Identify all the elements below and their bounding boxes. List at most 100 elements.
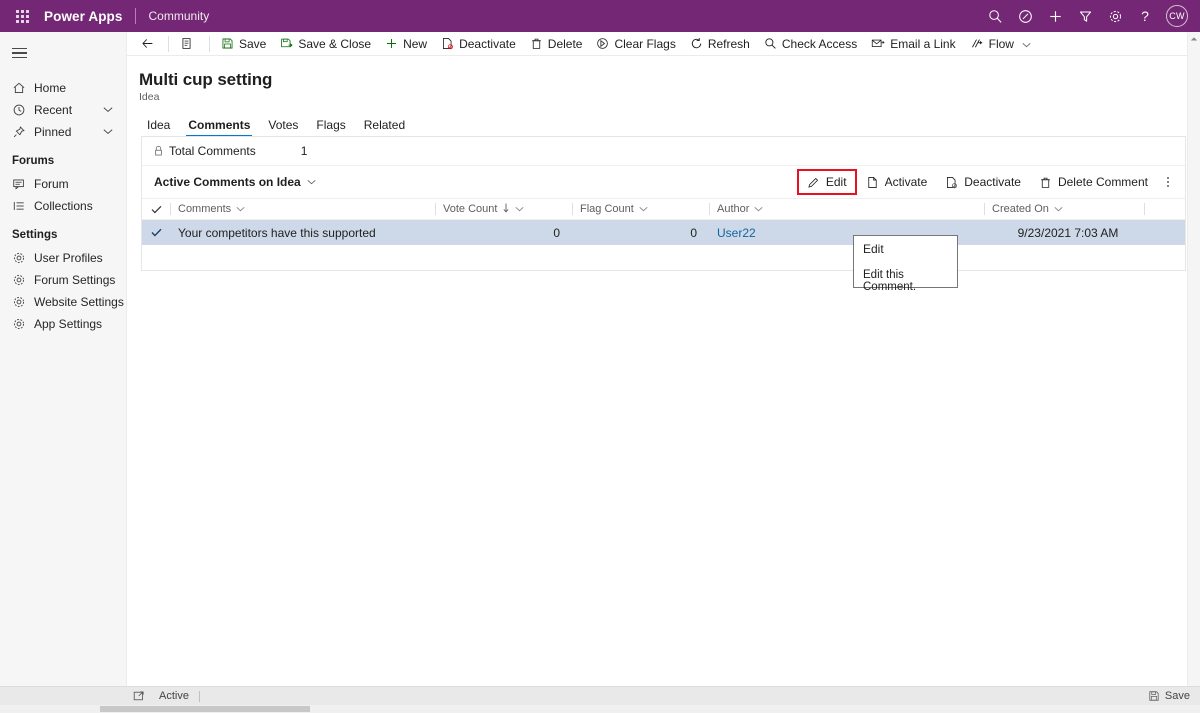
activate-button[interactable]: Activate	[857, 169, 937, 195]
action-label: Deactivate	[964, 175, 1021, 189]
chevron-down-icon[interactable]	[1022, 37, 1031, 51]
chevron-down-icon[interactable]	[1054, 205, 1063, 214]
sidebar-item-app-settings[interactable]: App Settings	[0, 313, 126, 335]
form-tabs: Idea Comments Votes Flags Related	[127, 113, 1200, 137]
save-button[interactable]: Save	[214, 32, 273, 56]
edit-pencil-icon	[807, 176, 820, 189]
command-label: Email a Link	[890, 36, 956, 51]
deactivate-button[interactable]: Deactivate	[434, 32, 523, 56]
waffle-icon[interactable]	[0, 0, 44, 32]
action-label: Activate	[884, 175, 928, 189]
status-bar-save[interactable]: Save	[1148, 690, 1200, 702]
deactivate-button[interactable]: Deactivate	[936, 169, 1030, 195]
column-header-comments[interactable]: Comments	[170, 199, 435, 219]
column-resize-handle[interactable]	[1144, 199, 1162, 219]
chevron-down-icon[interactable]	[103, 105, 113, 115]
app-name-label[interactable]: Community	[136, 9, 210, 23]
help-icon[interactable]: ?	[1130, 0, 1160, 32]
clear-flags-button[interactable]: Clear Flags	[589, 32, 682, 56]
save-icon	[221, 37, 234, 50]
expand-icon[interactable]	[133, 690, 145, 702]
flow-button[interactable]: Flow	[963, 32, 1038, 56]
settings-gear-icon[interactable]	[1100, 0, 1130, 32]
vertical-scrollbar[interactable]	[1187, 32, 1200, 701]
brand-label[interactable]: Power Apps	[44, 9, 135, 24]
cell-vote-count: 0	[553, 225, 560, 240]
column-header-created-on[interactable]: Created On	[984, 199, 1144, 219]
top-bar-actions: ? CW	[980, 0, 1200, 32]
sidebar-item-user-profiles[interactable]: User Profiles	[0, 247, 126, 269]
sidebar-item-label: Collections	[34, 199, 93, 213]
avatar[interactable]: CW	[1166, 5, 1188, 27]
chevron-down-icon[interactable]	[639, 205, 648, 214]
table-row[interactable]: Your competitors have this supported 0 0…	[142, 220, 1185, 245]
sidebar-item-website-settings[interactable]: Website Settings	[0, 291, 126, 313]
form-selector-button[interactable]	[173, 32, 205, 56]
refresh-button[interactable]: Refresh	[683, 32, 757, 56]
horizontal-scrollbar[interactable]	[0, 705, 1200, 713]
chevron-down-icon[interactable]	[754, 205, 763, 214]
sidebar-item-label: App Settings	[34, 317, 103, 331]
chevron-down-icon[interactable]	[515, 205, 524, 214]
total-comments-label: Total Comments	[169, 144, 256, 158]
sidebar-item-collections[interactable]: Collections	[0, 195, 126, 217]
filter-icon[interactable]	[1070, 0, 1100, 32]
plus-icon	[385, 37, 398, 50]
back-button[interactable]	[131, 32, 164, 56]
gear-icon	[12, 317, 32, 331]
column-header-author[interactable]: Author	[709, 199, 984, 219]
sidebar-item-label: Home	[34, 81, 67, 95]
column-header-vote-count[interactable]: Vote Count	[435, 199, 572, 219]
action-label: Edit	[825, 175, 847, 189]
select-all-checkbox[interactable]	[142, 199, 170, 219]
top-app-bar: Power Apps Community ? CW	[0, 0, 1200, 32]
total-comments-field: Total Comments 1	[142, 137, 1185, 166]
sidebar-item-pinned[interactable]: Pinned	[0, 121, 126, 143]
command-label: New	[403, 36, 428, 51]
sidebar-item-forum-settings[interactable]: Forum Settings	[0, 269, 126, 291]
row-end-spacer	[1144, 220, 1162, 245]
tab-flags[interactable]: Flags	[307, 118, 354, 137]
email-link-icon	[871, 37, 885, 50]
save-label: Save	[1164, 690, 1190, 702]
command-label: Deactivate	[459, 36, 516, 51]
email-a-link-button[interactable]: Email a Link	[864, 32, 962, 56]
assistant-icon[interactable]	[1010, 0, 1040, 32]
chevron-down-icon[interactable]	[103, 127, 113, 137]
tab-comments[interactable]: Comments	[179, 118, 259, 137]
new-button[interactable]: New	[378, 32, 434, 56]
column-header-flag-count[interactable]: Flag Count	[572, 199, 709, 219]
status-divider	[198, 690, 200, 702]
more-vertical-icon[interactable]	[1157, 169, 1179, 195]
command-label: Delete	[547, 36, 583, 51]
tab-votes[interactable]: Votes	[259, 118, 307, 137]
edit-button[interactable]: Edit	[796, 169, 857, 195]
sidebar: Home Recent Pinned Forums Forum Collecti…	[0, 32, 127, 701]
tab-related[interactable]: Related	[355, 118, 414, 137]
sidebar-item-recent[interactable]: Recent	[0, 99, 126, 121]
horizontal-scroll-thumb[interactable]	[100, 706, 310, 712]
row-checkbox[interactable]	[142, 220, 170, 245]
comments-card: Total Comments 1 Active Comments on Idea	[141, 136, 1186, 293]
flow-icon	[970, 37, 984, 50]
sidebar-item-forum[interactable]: Forum	[0, 173, 126, 195]
scroll-up-icon[interactable]	[1188, 32, 1200, 45]
trash-icon	[530, 37, 543, 50]
sidebar-item-label: Pinned	[34, 125, 72, 139]
chevron-down-icon[interactable]	[307, 177, 316, 187]
delete-comment-button[interactable]: Delete Comment	[1030, 169, 1157, 195]
sidebar-item-home[interactable]: Home	[0, 77, 126, 99]
column-label: Comments	[178, 203, 232, 215]
search-icon[interactable]	[980, 0, 1010, 32]
sitemap-toggle-icon[interactable]	[0, 38, 126, 68]
check-access-button[interactable]: Check Access	[757, 32, 864, 56]
view-selector[interactable]: Active Comments on Idea	[154, 175, 316, 189]
save-and-close-button[interactable]: Save & Close	[273, 32, 378, 56]
add-icon[interactable]	[1040, 0, 1070, 32]
tab-idea[interactable]: Idea	[139, 118, 179, 137]
check-access-icon	[764, 37, 777, 50]
tooltip-title: Edit	[863, 242, 884, 256]
delete-button[interactable]: Delete	[523, 32, 590, 56]
clear-flags-icon	[596, 37, 609, 50]
chevron-down-icon[interactable]	[236, 205, 245, 214]
